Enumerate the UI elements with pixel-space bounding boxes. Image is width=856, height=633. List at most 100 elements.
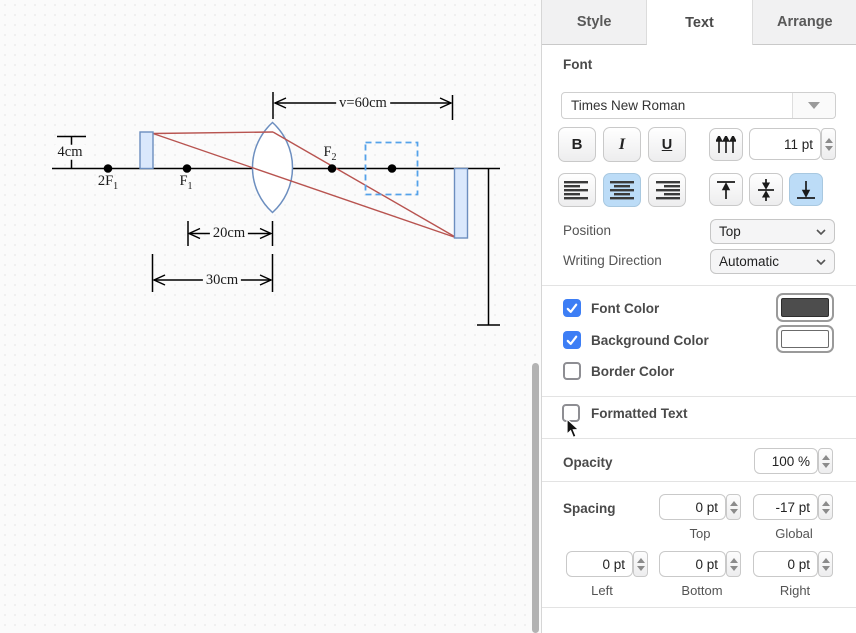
align-right-button[interactable] — [648, 173, 686, 207]
stepper-up-icon[interactable] — [730, 558, 738, 563]
point-f2-dot[interactable] — [328, 164, 337, 173]
spacing-top-stepper[interactable] — [726, 494, 741, 520]
spacing-right-sublabel: Right — [780, 583, 810, 598]
underline-button[interactable]: U — [648, 127, 686, 162]
font-size-input[interactable]: 11 pt — [749, 128, 821, 160]
label-v60cm[interactable]: v=60cm — [336, 96, 390, 111]
background-color-checkbox[interactable] — [563, 331, 581, 349]
drawing-canvas[interactable]: 4cm 2F1 F1 F2 v=60cm 20cm 30cm — [0, 0, 541, 633]
background-color-swatch[interactable] — [776, 325, 834, 353]
vertical-text-button[interactable] — [709, 128, 743, 161]
valign-bottom-button[interactable] — [789, 173, 823, 206]
stepper-down-icon[interactable] — [822, 509, 830, 514]
light-ray-parallel[interactable] — [153, 132, 273, 134]
label-20cm[interactable]: 20cm — [210, 226, 248, 241]
point-f1-dot[interactable] — [183, 164, 192, 173]
border-color-label: Border Color — [591, 364, 674, 379]
stepper-down-icon[interactable] — [730, 566, 738, 571]
font-family-select[interactable]: Times New Roman — [561, 92, 836, 119]
italic-icon: I — [619, 136, 625, 154]
label-f2-base: F — [323, 144, 331, 160]
lens-shape[interactable] — [252, 123, 292, 213]
opacity-input[interactable]: 100 % — [754, 448, 818, 474]
chevron-down-icon — [816, 229, 826, 235]
opacity-label: Opacity — [563, 455, 613, 470]
label-30cm[interactable]: 30cm — [203, 273, 241, 288]
valign-top-icon — [716, 180, 736, 200]
font-color-checkbox[interactable] — [563, 299, 581, 317]
point-2f1-dot[interactable] — [104, 164, 113, 173]
spacing-left-input[interactable]: 0 pt — [566, 551, 633, 577]
stepper-down-icon[interactable] — [637, 566, 645, 571]
stepper-up-icon[interactable] — [637, 558, 645, 563]
bold-button[interactable]: B — [558, 127, 596, 162]
stepper-up-icon[interactable] — [822, 558, 830, 563]
valign-top-button[interactable] — [709, 173, 743, 206]
spacing-label: Spacing — [563, 501, 616, 516]
valign-middle-icon — [756, 179, 776, 201]
font-family-dropdown-button[interactable] — [792, 93, 835, 118]
font-color-label: Font Color — [591, 301, 659, 316]
spacing-global-stepper[interactable] — [818, 494, 833, 520]
spacing-right-input[interactable]: 0 pt — [753, 551, 818, 577]
spacing-global-input[interactable]: -17 pt — [753, 494, 818, 520]
check-icon — [566, 335, 578, 346]
border-color-checkbox[interactable] — [563, 362, 581, 380]
italic-button[interactable]: I — [603, 127, 641, 162]
label-2f1-sub: 1 — [113, 181, 118, 192]
writing-direction-select[interactable]: Automatic — [710, 249, 835, 274]
spacing-bottom-sublabel: Bottom — [681, 583, 722, 598]
label-f2-sub: 2 — [332, 152, 337, 163]
spacing-right-stepper[interactable] — [818, 551, 833, 577]
section-divider — [542, 285, 856, 286]
object-rect[interactable] — [140, 132, 153, 169]
valign-middle-button[interactable] — [749, 173, 783, 206]
cursor-arrow-icon — [566, 418, 581, 439]
check-icon — [566, 303, 578, 314]
align-left-button[interactable] — [558, 173, 596, 207]
stepper-down-icon[interactable] — [822, 566, 830, 571]
spacing-top-input[interactable]: 0 pt — [659, 494, 726, 520]
image-height-line[interactable] — [477, 169, 500, 325]
label-f2[interactable]: F2 — [323, 145, 336, 163]
tab-style[interactable]: Style — [542, 0, 647, 45]
vertical-scrollbar-thumb[interactable] — [532, 363, 539, 633]
stepper-down-icon[interactable] — [822, 463, 830, 468]
spacing-bottom-input[interactable]: 0 pt — [659, 551, 726, 577]
stepper-up-icon[interactable] — [825, 138, 833, 143]
label-f1[interactable]: F1 — [179, 174, 192, 192]
font-size-stepper[interactable] — [821, 128, 836, 160]
underline-icon: U — [662, 137, 672, 153]
light-ray-central[interactable] — [153, 134, 457, 239]
section-divider — [542, 481, 856, 482]
opacity-stepper[interactable] — [818, 448, 833, 474]
image-rect[interactable] — [455, 169, 468, 239]
position-value: Top — [719, 224, 741, 239]
formatted-text-label: Formatted Text — [591, 406, 688, 421]
align-center-button[interactable] — [603, 173, 641, 207]
format-panel: Style Text Arrange Font Times New Roman … — [541, 0, 856, 633]
bold-icon: B — [572, 136, 583, 153]
tab-text[interactable]: Text — [647, 0, 752, 45]
point-2f2-dot[interactable] — [388, 164, 397, 173]
font-color-swatch[interactable] — [776, 293, 834, 322]
stepper-up-icon[interactable] — [730, 501, 738, 506]
writing-direction-label: Writing Direction — [563, 253, 662, 268]
label-2f1[interactable]: 2F1 — [98, 174, 118, 192]
section-divider — [542, 438, 856, 439]
stepper-down-icon[interactable] — [825, 146, 833, 151]
writing-direction-value: Automatic — [719, 254, 779, 269]
stepper-up-icon[interactable] — [822, 455, 830, 460]
tab-arrange[interactable]: Arrange — [753, 0, 856, 45]
label-f1-sub: 1 — [188, 181, 193, 192]
spacing-left-stepper[interactable] — [633, 551, 648, 577]
align-left-icon — [564, 181, 590, 200]
position-select[interactable]: Top — [710, 219, 835, 244]
stepper-down-icon[interactable] — [730, 509, 738, 514]
valign-bottom-icon — [796, 180, 816, 200]
format-tabs: Style Text Arrange — [542, 0, 856, 45]
spacing-bottom-stepper[interactable] — [726, 551, 741, 577]
align-center-icon — [609, 181, 635, 200]
label-4cm[interactable]: 4cm — [55, 145, 86, 160]
stepper-up-icon[interactable] — [822, 501, 830, 506]
